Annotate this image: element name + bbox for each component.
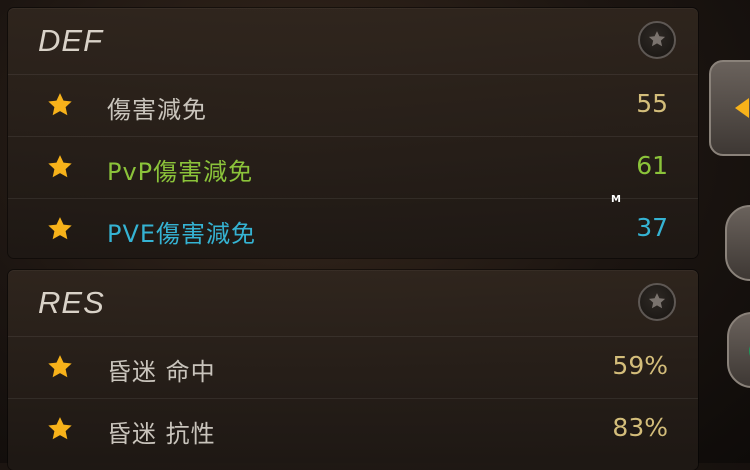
star-icon xyxy=(48,355,72,378)
stat-label: 昏迷 命中 xyxy=(107,358,216,386)
star-outline-icon xyxy=(648,31,666,47)
side-round-button[interactable] xyxy=(725,205,750,281)
defense-favorite-button[interactable] xyxy=(638,21,676,59)
stat-value: 59% xyxy=(612,351,668,380)
resistance-panel-title: RES xyxy=(38,285,105,320)
side-menu-button[interactable] xyxy=(709,60,750,156)
stat-value: 37 xyxy=(636,213,668,242)
stat-label: 傷害減免 xyxy=(107,96,207,124)
defense-panel-header: DEF xyxy=(8,8,698,75)
stat-row-damage-reduction[interactable]: 傷害減免 55 xyxy=(8,75,698,137)
star-outline-icon xyxy=(648,293,666,309)
star-icon xyxy=(48,417,72,440)
stat-row-pvp-damage-reduction[interactable]: PvP傷害減免 61 xyxy=(8,137,698,199)
stat-row-stun-hit[interactable]: 昏迷 命中 59% xyxy=(8,337,698,399)
defense-panel: DEF 傷害減免 55 PvP傷害減免 61 PVE傷害減免 37 xyxy=(8,8,698,258)
cursor-marker: M xyxy=(611,194,621,205)
defense-panel-title: DEF xyxy=(38,23,103,58)
resistance-favorite-button[interactable] xyxy=(638,283,676,321)
resistance-panel-header: RES xyxy=(8,270,698,337)
stat-label: PvP傷害減免 xyxy=(107,158,254,186)
stat-value: 55 xyxy=(636,89,668,118)
star-icon xyxy=(48,217,72,240)
resistance-panel: RES 昏迷 命中 59% 昏迷 抗性 83% xyxy=(8,270,698,470)
stat-row-pve-damage-reduction[interactable]: PVE傷害減免 37 xyxy=(8,199,698,260)
stat-value: 61 xyxy=(636,151,668,180)
stat-label: 昏迷 抗性 xyxy=(107,420,216,448)
arrow-left-icon xyxy=(735,98,749,118)
green-orb-icon xyxy=(749,346,750,356)
star-icon xyxy=(48,155,72,178)
stat-value: 83% xyxy=(612,413,668,442)
stat-label: PVE傷害減免 xyxy=(107,220,257,248)
side-round-button[interactable] xyxy=(727,312,750,388)
stat-row-stun-resist[interactable]: 昏迷 抗性 83% xyxy=(8,399,698,460)
star-icon xyxy=(48,93,72,116)
